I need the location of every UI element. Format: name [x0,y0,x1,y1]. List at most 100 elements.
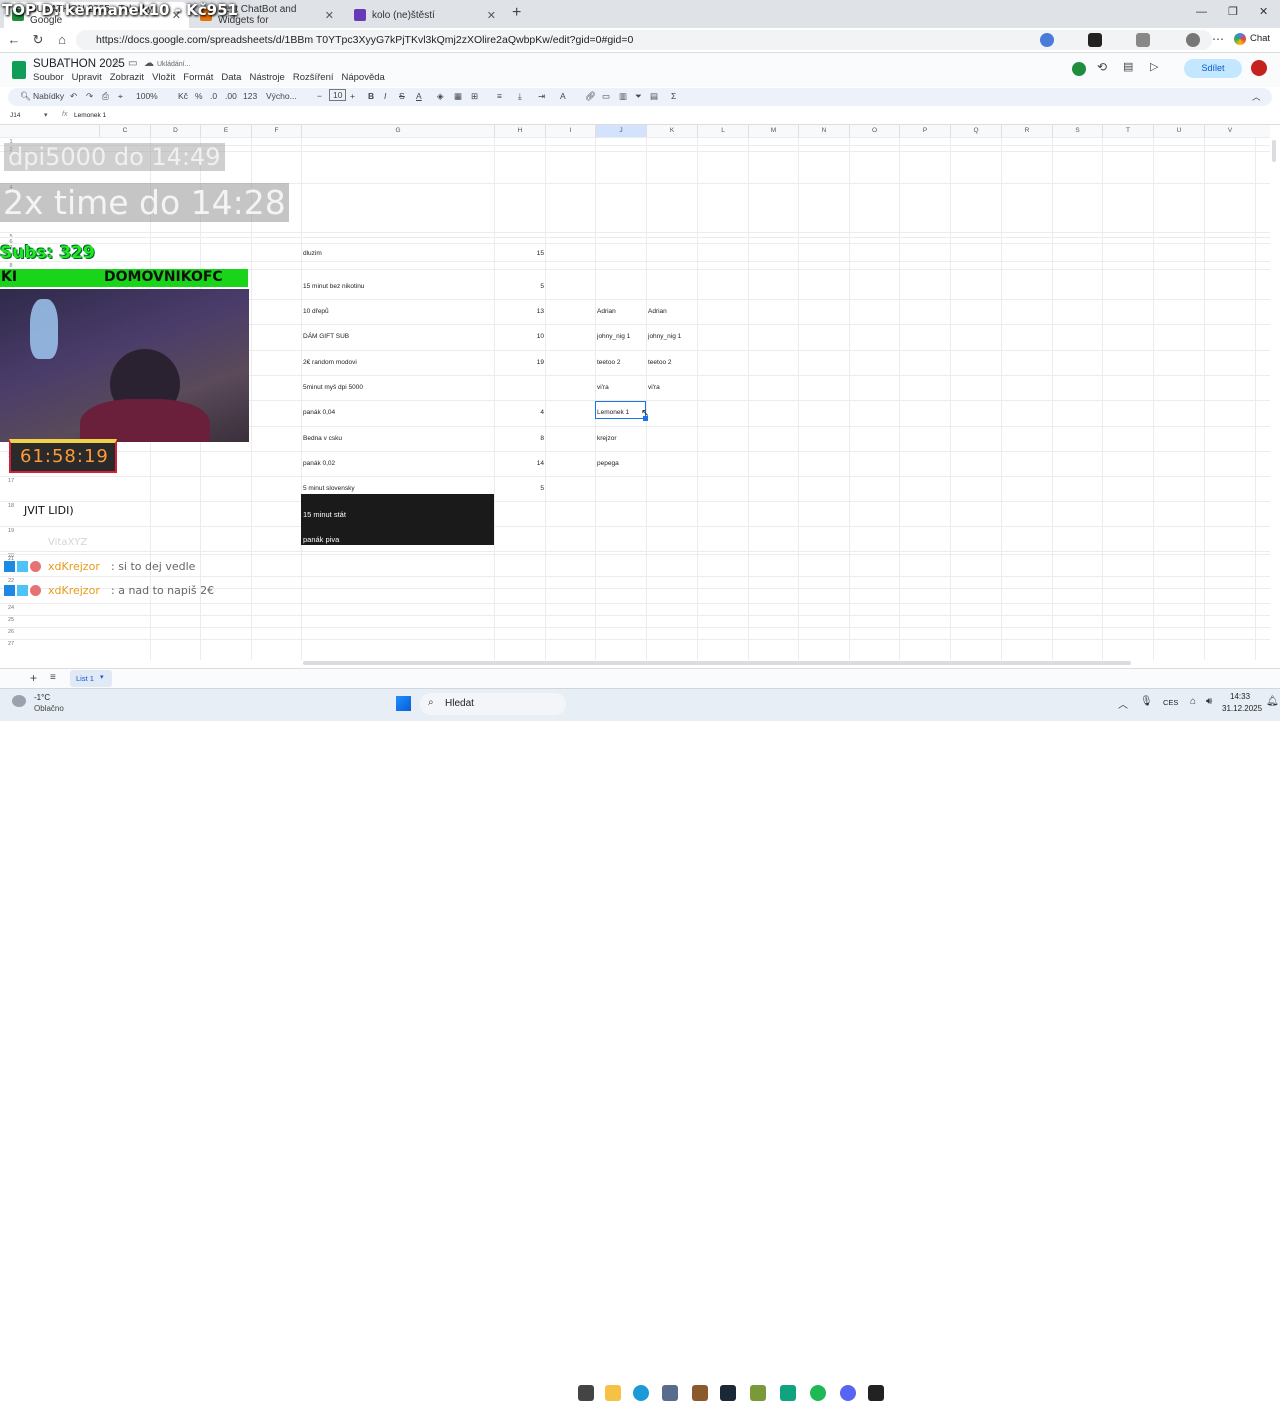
task-cell[interactable]: panák 0,04 [303,409,488,416]
column-header-k[interactable]: K [646,125,697,137]
row-number[interactable]: 19 [0,528,22,534]
column-header-f[interactable]: F [251,125,301,137]
column-header-d[interactable]: D [150,125,200,137]
collapse-icon[interactable]: ︿ [1252,91,1261,103]
menu-help[interactable]: Nápověda [342,72,385,83]
minimize-icon[interactable]: — [1196,6,1207,18]
percent-format-button[interactable]: % [195,91,203,101]
name-cell[interactable]: vi'ra [648,384,696,391]
link-icon[interactable]: 🔗︎ [585,91,596,102]
increase-decimal-button[interactable]: .00 [225,91,237,101]
font-size-field[interactable]: 10 [329,89,347,101]
task-cell[interactable]: 15 minut bez nikotinu [303,283,488,290]
menu-insert[interactable]: Vložit [152,72,175,83]
copilot-icon[interactable] [1234,33,1246,45]
comments-icon[interactable]: ▤ [1123,60,1133,73]
chat-button[interactable]: Chat [1250,33,1270,44]
task-cell[interactable]: 10 dřepů [303,308,488,315]
more-menu-icon[interactable]: ⋯ [1212,32,1224,46]
column-header-l[interactable]: L [697,125,748,137]
name-box[interactable]: J14 [10,112,20,119]
count-cell[interactable]: 3 [494,535,544,542]
task-cell[interactable]: Bedna v csku [303,435,488,442]
strikethrough-button[interactable]: S [399,91,405,101]
close-icon[interactable]: ✕ [487,9,496,22]
app-icon[interactable] [868,1385,884,1401]
task-cell[interactable]: dluzim [303,250,488,257]
align-icon[interactable]: ≡ [497,91,502,101]
decrease-font-button[interactable]: − [317,91,322,101]
currency-format-button[interactable]: Kč [178,91,188,101]
back-icon[interactable]: ← [6,32,22,48]
profile-avatar-icon[interactable] [1186,33,1200,47]
star-icon[interactable]: ☆ [112,58,121,69]
clock-time[interactable]: 14:33 [1230,692,1250,701]
sheets-logo-icon[interactable] [12,61,26,79]
column-header-n[interactable]: N [798,125,849,137]
app-icon[interactable] [750,1385,766,1401]
move-icon[interactable]: ▭ [128,58,137,69]
app-icon[interactable] [692,1385,708,1401]
zoom-select[interactable]: 100% [136,91,158,101]
column-header-p[interactable]: P [899,125,950,137]
column-header-g[interactable]: G [301,125,494,137]
extension-icon[interactable] [1088,33,1102,47]
reload-icon[interactable]: ↻ [30,32,46,48]
new-tab-icon[interactable]: + [512,4,521,22]
borders-icon[interactable]: ▦ [454,91,462,102]
history-icon[interactable]: ⟲ [1097,60,1107,74]
decrease-decimal-button[interactable]: .0 [210,91,217,101]
home-icon[interactable]: ⌂ [54,32,70,48]
column-header-r[interactable]: R [1001,125,1052,137]
user-avatar[interactable] [1251,60,1267,76]
extensions-icon[interactable] [1136,33,1150,47]
wrap-icon[interactable]: ⇥ [538,91,545,102]
paint-format-icon[interactable]: ⌖ [118,91,123,102]
column-header-c[interactable]: C [99,125,150,137]
task-cell[interactable]: DÁM GIFT SUB [303,333,488,340]
task-cell[interactable]: 5minut myš dpi 5000 [303,384,488,391]
menu-edit[interactable]: Upravit [72,72,102,83]
count-cell[interactable]: 4 [494,409,544,416]
column-header-q[interactable]: Q [950,125,1001,137]
column-header-v[interactable]: V [1204,125,1255,137]
horizontal-scrollbar[interactable] [303,661,1131,665]
restore-icon[interactable]: ❐ [1228,5,1238,18]
row-number[interactable]: 18 [0,503,22,509]
count-cell[interactable]: 14 [494,460,544,467]
tab-kolo[interactable]: kolo (ne)štěstí ✕ [346,2,504,28]
search-icon[interactable]: 🔍︎ [20,91,31,102]
rotate-icon[interactable]: A [560,91,566,101]
taskbar-search[interactable]: ⌕ Hledat [420,693,566,715]
menu-search-field[interactable]: Nabídky [33,91,64,101]
edge-icon[interactable] [633,1385,649,1401]
menu-format[interactable]: Formát [183,72,213,83]
chatgpt-icon[interactable] [780,1385,796,1401]
name-cell[interactable]: vi'ra [597,384,645,391]
file-explorer-icon[interactable] [605,1385,621,1401]
task-cell[interactable]: 2€ random modovi [303,359,488,366]
network-icon[interactable]: ⌂ [1190,696,1196,707]
menu-view[interactable]: Zobrazit [110,72,144,83]
volume-icon[interactable]: 🔊︎ [1206,696,1212,707]
number-format-button[interactable]: 123 [243,91,257,101]
clock-date[interactable]: 31.12.2025 [1222,704,1262,713]
name-cell[interactable]: pepega [597,460,645,467]
video-call-icon[interactable]: ▷ [1150,60,1158,73]
count-cell[interactable]: 5 [494,510,544,517]
name-cell[interactable]: Adrian [597,308,645,315]
column-header-u[interactable]: U [1153,125,1204,137]
notification-icon[interactable]: 🔔︎ [1266,696,1279,707]
task-view-icon[interactable] [578,1385,594,1401]
name-cell[interactable]: teetoo 2 [597,359,645,366]
chevron-down-icon[interactable]: ▾ [100,673,104,681]
redo-icon[interactable]: ↷ [86,91,93,102]
filter-views-icon[interactable]: ▤ [650,91,658,102]
functions-button[interactable]: Σ [671,91,676,101]
language-indicator[interactable]: CES [1163,698,1178,707]
count-cell[interactable]: 5 [494,485,544,492]
windows-start-icon[interactable] [396,696,411,711]
store-icon[interactable] [662,1385,678,1401]
menu-data[interactable]: Data [221,72,241,83]
chevron-down-icon[interactable]: ▾ [44,111,48,119]
